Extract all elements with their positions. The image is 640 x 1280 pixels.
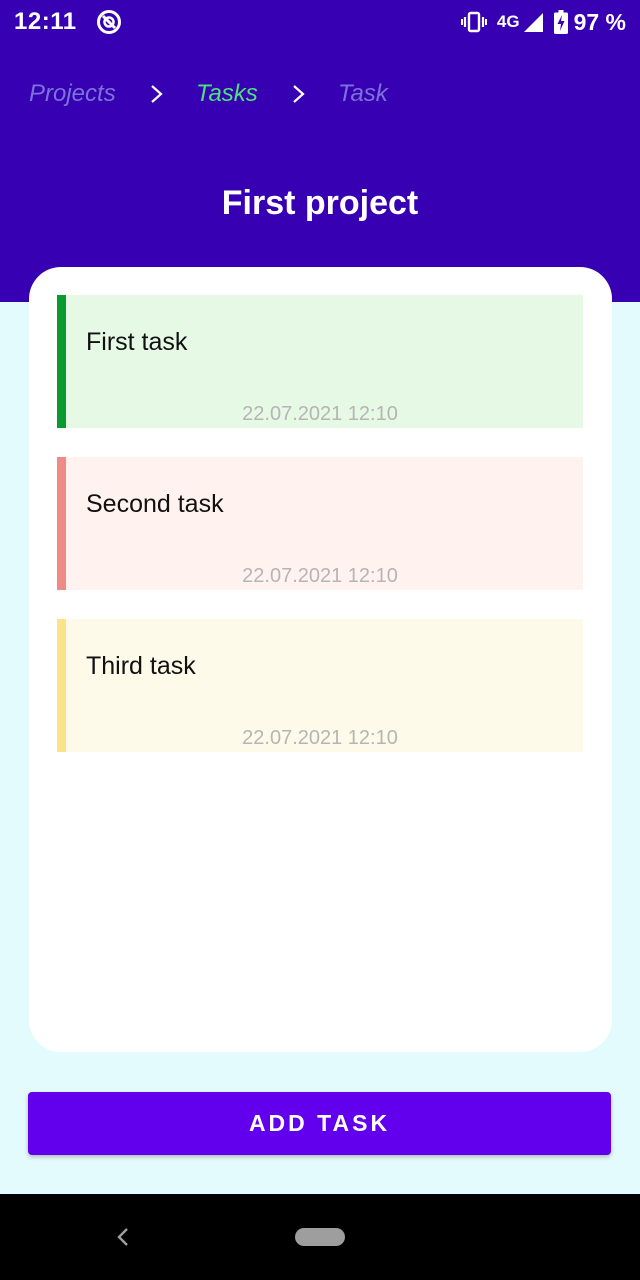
task-date: 22.07.2021 12:10 <box>242 727 398 749</box>
task-date: 22.07.2021 12:10 <box>242 403 398 425</box>
page-title: First project <box>221 184 419 222</box>
task-item[interactable]: Second task 22.07.2021 12:10 <box>57 457 583 590</box>
add-task-button[interactable]: ADD TASK <box>28 1092 611 1155</box>
task-title: Third task <box>86 652 196 680</box>
chevron-right-icon <box>293 85 305 103</box>
system-navigation-bar <box>0 1194 640 1280</box>
task-list-card: First task 22.07.2021 12:10 Second task … <box>29 267 612 1052</box>
vibrate-icon <box>460 11 487 33</box>
home-pill-icon[interactable] <box>295 1228 345 1246</box>
signal-icon <box>523 13 543 32</box>
battery-percentage: 97 % <box>573 8 626 35</box>
breadcrumb: Projects Tasks Task <box>29 78 589 110</box>
status-indicators: 4G 97 % <box>460 8 626 36</box>
task-title: First task <box>86 328 188 356</box>
app-notification-icon <box>97 10 121 34</box>
task-title: Second task <box>86 490 224 518</box>
task-item[interactable]: First task 22.07.2021 12:10 <box>57 295 583 428</box>
battery-charging-icon <box>553 10 568 34</box>
task-item[interactable]: Third task 22.07.2021 12:10 <box>57 619 583 752</box>
task-date: 22.07.2021 12:10 <box>242 565 398 587</box>
breadcrumb-projects-link[interactable]: Projects <box>29 78 116 110</box>
breadcrumb-task-link[interactable]: Task <box>338 78 388 110</box>
add-task-button-label: ADD TASK <box>248 1110 391 1136</box>
status-time: 12:11 <box>14 8 77 35</box>
back-icon[interactable] <box>116 1226 130 1248</box>
chevron-right-icon <box>151 85 163 103</box>
network-type: 4G <box>496 12 520 31</box>
breadcrumb-tasks-link[interactable]: Tasks <box>196 78 258 110</box>
status-bar: 12:11 4G 97 % <box>0 0 640 46</box>
